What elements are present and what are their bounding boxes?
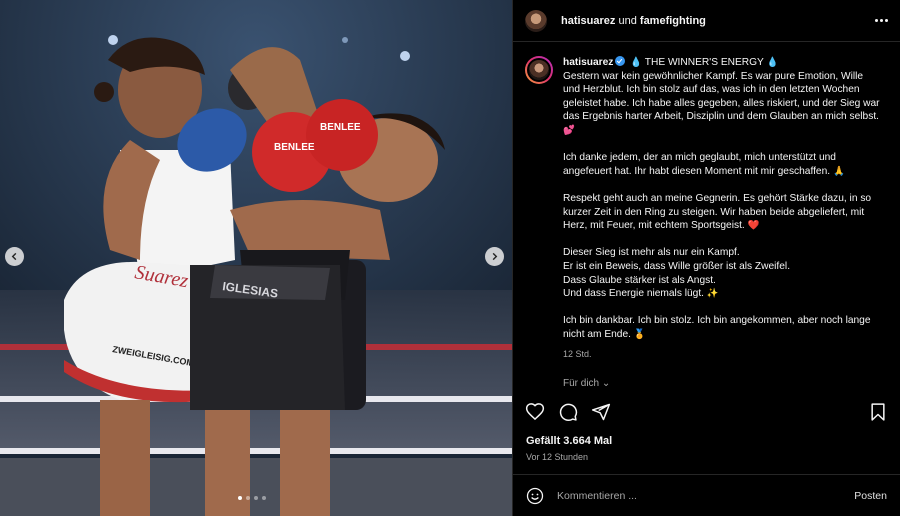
caption-paragraph: Respekt geht auch an meine Gegnerin. Es …	[563, 192, 872, 232]
caption-title: THE WINNER'S ENERGY	[644, 57, 764, 68]
post-side-panel: hatisuarez und famefighting hatisuarez 💧…	[512, 0, 900, 516]
svg-text:BENLEE: BENLEE	[320, 122, 361, 133]
caption-text: hatisuarez 💧 THE WINNER'S ENERGY 💧 Geste…	[563, 56, 881, 390]
heart-emoji-icon: ❤️	[747, 220, 760, 232]
post-comment-button[interactable]: Posten	[854, 490, 887, 502]
collab-username[interactable]: famefighting	[640, 15, 706, 27]
medal-emoji-icon: 🏅	[633, 328, 646, 340]
chevron-right-icon	[492, 252, 498, 261]
avatar[interactable]	[525, 9, 547, 32]
carousel-dot	[238, 496, 242, 500]
sparkles-emoji-icon: ✨	[706, 288, 719, 300]
post-header: hatisuarez und famefighting	[513, 0, 900, 42]
bookmark-icon[interactable]	[868, 402, 888, 422]
caption-line: Dieser Sieg ist mehr als nur ein Kampf.	[563, 247, 740, 259]
caption-line: Und dass Energie niemals lügt.	[563, 288, 705, 300]
post-authors: hatisuarez und famefighting	[561, 15, 706, 27]
caption-line: Dass Glaube stärker ist als Angst.	[563, 274, 716, 286]
author-connector: und	[618, 14, 637, 27]
for-you-link[interactable]: Für dich ⌄	[563, 377, 881, 390]
carousel-indicator	[238, 496, 266, 500]
caption-username[interactable]: hatisuarez	[563, 57, 613, 68]
caption-paragraph: Gestern war kein gewöhnlicher Kampf. Es …	[563, 70, 880, 123]
action-bar	[525, 398, 888, 426]
caption-paragraph: Ich bin dankbar. Ich bin stolz. Ich bin …	[563, 315, 871, 340]
like-count[interactable]: Gefällt 3.664 Mal	[526, 435, 612, 447]
post-media[interactable]: Suarez ZWEIGLEISIG.COM IGLESIAS BENLEE B…	[0, 0, 512, 516]
comment-input[interactable]	[557, 489, 855, 502]
pray-emoji-icon: 🙏	[832, 165, 845, 177]
comments-section[interactable]: hatisuarez 💧 THE WINNER'S ENERGY 💧 Geste…	[513, 42, 900, 390]
more-horizontal-icon	[875, 19, 878, 22]
glove-brand-text: BENLEE	[274, 142, 315, 153]
avatar[interactable]	[525, 56, 553, 84]
droplet-emoji-icon: 💧	[630, 57, 643, 68]
carousel-prev-button[interactable]	[5, 247, 24, 266]
boxing-photo: Suarez ZWEIGLEISIG.COM IGLESIAS BENLEE B…	[0, 0, 512, 516]
smiley-icon[interactable]	[526, 487, 544, 505]
droplet-emoji-icon: 💧	[766, 57, 779, 68]
more-options-button[interactable]	[875, 19, 888, 22]
carousel-next-button[interactable]	[485, 247, 504, 266]
comment-icon[interactable]	[558, 402, 578, 422]
carousel-dot	[262, 496, 266, 500]
caption-line: Er ist ein Beweis, dass Wille größer ist…	[563, 260, 791, 272]
post-timestamp[interactable]: Vor 12 Stunden	[526, 452, 588, 462]
carousel-dot	[246, 496, 250, 500]
post-modal: Suarez ZWEIGLEISIG.COM IGLESIAS BENLEE B…	[0, 0, 900, 516]
heart-icon[interactable]	[525, 402, 545, 422]
hearts-emoji-icon: 💕	[563, 124, 575, 136]
caption-time: 12 Std.	[563, 349, 592, 360]
chevron-left-icon	[11, 252, 17, 261]
verified-badge-icon	[615, 56, 626, 66]
carousel-dot	[254, 496, 258, 500]
caption-row: hatisuarez 💧 THE WINNER'S ENERGY 💧 Geste…	[525, 56, 888, 390]
share-icon[interactable]	[591, 402, 611, 422]
comment-bar: Posten	[513, 474, 900, 516]
author-username[interactable]: hatisuarez	[561, 15, 615, 27]
caption-paragraph: Ich danke jedem, der an mich geglaubt, m…	[563, 152, 836, 177]
